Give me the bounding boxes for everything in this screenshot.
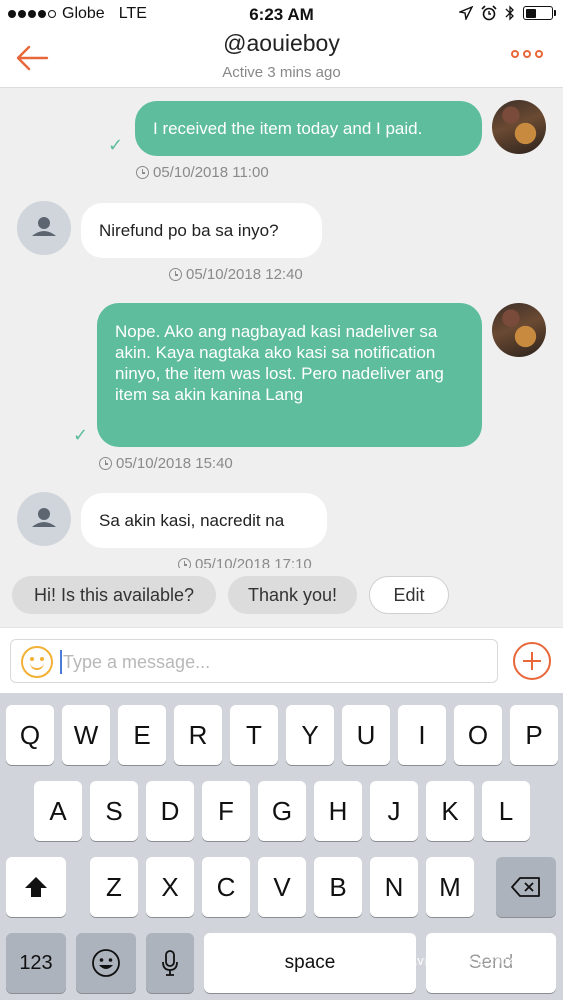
key-z[interactable]: Z: [90, 857, 138, 917]
more-dot-icon: [535, 50, 543, 58]
key-k[interactable]: K: [426, 781, 474, 841]
chat-header: @aouieboy Active 3 mins ago: [0, 30, 563, 88]
message-bubble-outgoing: Nope. Ako ang nagbayad kasi nadeliver sa…: [97, 303, 482, 447]
status-icons: [459, 5, 556, 21]
key-j[interactable]: J: [370, 781, 418, 841]
message-text: Nope. Ako ang nagbayad kasi nadeliver sa…: [115, 322, 444, 404]
emoji-face-icon: [92, 949, 120, 977]
my-avatar: [492, 303, 546, 357]
key-l[interactable]: L: [482, 781, 530, 841]
key-t[interactable]: T: [230, 705, 278, 765]
bluetooth-icon: [505, 5, 514, 21]
composer-bar: Type a message...: [0, 627, 563, 693]
key-y[interactable]: Y: [286, 705, 334, 765]
numbers-key[interactable]: 123: [6, 933, 66, 993]
keyboard: Q W E R T Y U I O P A S D F G H J K L Z …: [0, 693, 563, 1000]
message-bubble-outgoing: I received the item today and I paid.: [135, 101, 482, 156]
key-n[interactable]: N: [370, 857, 418, 917]
more-dot-icon: [511, 50, 519, 58]
message-input[interactable]: Type a message...: [10, 639, 498, 683]
quick-reply-available[interactable]: Hi! Is this available?: [12, 576, 216, 614]
timestamp-text: 05/10/2018 12:40: [186, 266, 303, 283]
quick-reply-thank-you[interactable]: Thank you!: [228, 576, 357, 614]
clock-icon: [99, 457, 112, 470]
key-x[interactable]: X: [146, 857, 194, 917]
message-text: I received the item today and I paid.: [153, 119, 423, 138]
message-text: Nirefund po ba sa inyo?: [99, 221, 279, 240]
quick-reply-edit[interactable]: Edit: [369, 576, 449, 614]
key-i[interactable]: I: [398, 705, 446, 765]
key-w[interactable]: W: [62, 705, 110, 765]
message-bubble-incoming: Nirefund po ba sa inyo?: [81, 203, 322, 258]
watermark-line2: RESOLVING SINCE 2004: [378, 957, 515, 968]
message-timestamp: 05/10/2018 11:00: [136, 164, 269, 181]
quick-replies-bar: Hi! Is this available? Thank you! Edit: [0, 568, 563, 626]
status-bar: Globe LTE 6:23 AM: [0, 0, 563, 30]
delivered-check-icon: ✓: [108, 135, 124, 155]
timestamp-text: 05/10/2018 11:00: [153, 164, 269, 181]
key-r[interactable]: R: [174, 705, 222, 765]
message-bubble-incoming: Sa akin kasi, nacredit na: [81, 493, 327, 548]
clock-icon: [169, 268, 182, 281]
add-attachment-button[interactable]: [513, 642, 551, 680]
message-timestamp: 05/10/2018 15:40: [99, 455, 233, 472]
contact-avatar: [17, 201, 71, 255]
user-icon: [32, 217, 56, 236]
key-u[interactable]: U: [342, 705, 390, 765]
chat-title: @aouieboy: [223, 30, 340, 56]
key-f[interactable]: F: [202, 781, 250, 841]
backspace-icon: [511, 877, 540, 897]
active-status: Active 3 mins ago: [222, 64, 341, 81]
key-p[interactable]: P: [510, 705, 558, 765]
key-c[interactable]: C: [202, 857, 250, 917]
microphone-icon: [162, 950, 178, 976]
key-a[interactable]: A: [34, 781, 82, 841]
key-m[interactable]: M: [426, 857, 474, 917]
emoji-key[interactable]: [76, 933, 136, 993]
clock-icon: [136, 166, 149, 179]
text-cursor: [60, 650, 62, 674]
key-q[interactable]: Q: [6, 705, 54, 765]
key-h[interactable]: H: [314, 781, 362, 841]
key-e[interactable]: E: [118, 705, 166, 765]
message-placeholder: Type a message...: [63, 652, 211, 672]
watermark: LAINTS RESOLVING SINCE 2004: [378, 933, 515, 968]
delivered-check-icon: ✓: [73, 425, 89, 445]
key-g[interactable]: G: [258, 781, 306, 841]
battery-level: [525, 8, 536, 18]
more-dot-icon: [523, 50, 531, 58]
contact-avatar: [17, 492, 71, 546]
key-v[interactable]: V: [258, 857, 306, 917]
key-s[interactable]: S: [90, 781, 138, 841]
more-options-button[interactable]: [511, 50, 543, 58]
dictation-key[interactable]: [146, 933, 194, 993]
message-timestamp: 05/10/2018 12:40: [169, 266, 303, 283]
key-o[interactable]: O: [454, 705, 502, 765]
emoji-icon[interactable]: [21, 646, 53, 678]
message-text: Sa akin kasi, nacredit na: [99, 511, 285, 530]
shift-key[interactable]: [6, 857, 66, 917]
watermark-line1: LAINTS: [429, 933, 515, 958]
location-icon: [459, 6, 473, 20]
timestamp-text: 05/10/2018 15:40: [116, 455, 233, 472]
user-icon: [32, 508, 56, 527]
my-avatar: [492, 100, 546, 154]
battery-icon: [523, 6, 556, 20]
alarm-clock-icon: [481, 5, 497, 21]
backspace-key[interactable]: [496, 857, 556, 917]
key-b[interactable]: B: [314, 857, 362, 917]
shift-arrow-icon: [25, 877, 47, 897]
key-d[interactable]: D: [146, 781, 194, 841]
